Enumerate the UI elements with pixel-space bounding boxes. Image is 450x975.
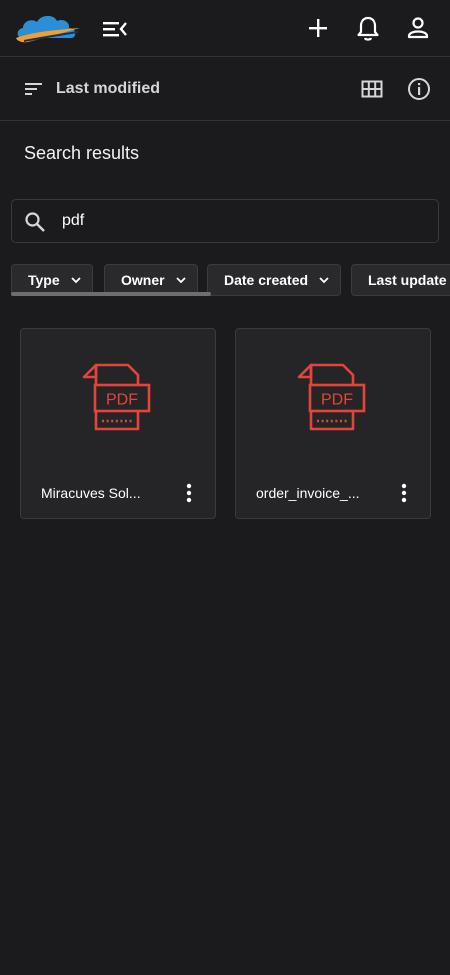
add-button[interactable] — [304, 14, 332, 42]
filter-chip-last-update[interactable]: Last update — [351, 264, 450, 296]
sort-lines-icon — [25, 83, 42, 95]
more-options-icon[interactable] — [181, 481, 197, 505]
chevron-down-icon — [319, 277, 329, 284]
filter-chip-label: Date created — [224, 272, 309, 288]
sort-toolbar: Last modified — [0, 57, 450, 121]
menu-collapse-icon — [103, 22, 127, 37]
sort-button[interactable]: Last modified — [24, 76, 160, 102]
pdf-file-icon: PDF — [297, 363, 366, 431]
pdf-badge-text: PDF — [321, 392, 353, 409]
plus-icon — [309, 19, 327, 37]
grid-view-button[interactable] — [359, 76, 385, 102]
menu-collapse-button[interactable] — [100, 14, 130, 44]
pdf-badge-text: PDF — [106, 392, 138, 409]
filter-chip-label: Type — [28, 272, 60, 288]
filter-chip-label: Last update — [368, 272, 447, 288]
info-button[interactable] — [405, 75, 433, 103]
more-options-icon[interactable] — [396, 481, 412, 505]
file-name: Miracuves Sol... — [41, 485, 141, 501]
horizontal-scrollbar[interactable] — [11, 292, 211, 296]
page-title: Search results — [24, 143, 140, 163]
account-button[interactable] — [404, 13, 432, 43]
top-app-bar — [0, 0, 450, 57]
search-icon — [25, 212, 45, 232]
user-icon — [407, 17, 429, 39]
filter-chip-label: Owner — [121, 272, 165, 288]
chevron-down-icon — [71, 277, 81, 284]
grid-view-icon — [361, 80, 383, 98]
info-icon — [408, 78, 430, 100]
file-card[interactable]: PDF order_invoice_... — [235, 328, 431, 519]
filter-chip-date-created[interactable]: Date created — [207, 264, 342, 296]
sort-label: Last modified — [56, 80, 161, 97]
notifications-button[interactable] — [354, 13, 382, 43]
file-card[interactable]: PDF Miracuves Sol... — [20, 328, 216, 519]
cloud-logo-icon[interactable] — [14, 12, 82, 46]
file-name: order_invoice_... — [256, 485, 360, 501]
bell-icon — [357, 16, 379, 41]
pdf-file-icon: PDF — [82, 363, 151, 431]
chevron-down-icon — [175, 277, 186, 284]
search-field[interactable] — [11, 199, 439, 243]
search-input[interactable] — [62, 208, 422, 234]
